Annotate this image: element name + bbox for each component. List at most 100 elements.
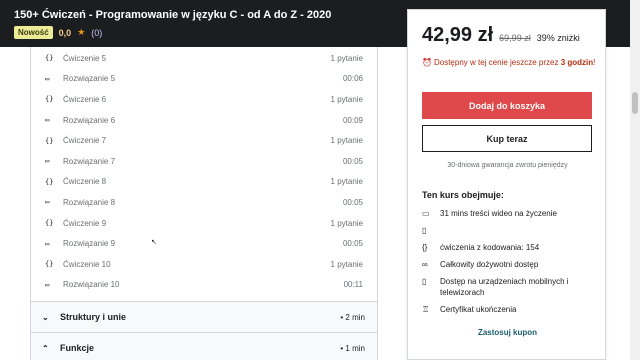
purchase-card: 42,99 zł 69,99 zł 39% zniżki ⏰ Dostępny w… [407,9,606,360]
lecture-title: Ćwiczenie 9 [63,218,107,228]
includes-title: Ten kurs obejmuje: [422,190,504,200]
original-price: 69,99 zł [499,33,531,43]
lecture-meta: 1 pytanie [330,218,363,228]
includes-item: ▯ Dostęp na urządzeniach mobilnych i tel… [422,276,597,298]
lecture-title: Ćwiczenie 5 [63,53,107,63]
course-meta: Nowość 0,0 ★ (0) [14,26,102,39]
includes-item: ▯ [422,225,597,236]
list-item[interactable]: {} Ćwiczenie 5 1 pytanie [31,48,377,69]
code-icon: {} [45,54,54,63]
lecture-list: {} Ćwiczenie 5 1 pytanie ▭ Rozwiązanie 5… [31,47,377,296]
lecture-meta: 1 pytanie [330,53,363,63]
lecture-meta: 1 pytanie [330,94,363,104]
lecture-title: Ćwiczenie 8 [63,177,107,187]
list-item[interactable]: {} Ćwiczenie 10 1 pytanie [31,254,377,275]
includes-text: ćwiczenia z kodowania: 154 [440,243,540,252]
lecture-meta: 00:05 [342,156,363,166]
includes-text: Certyfikat ukończenia [440,305,517,314]
lecture-title: Ćwiczenie 7 [63,136,107,146]
timer-value: 3 godzin [560,58,594,67]
price-row: 42,99 zł 69,99 zł 39% zniżki [422,24,580,47]
mobile-icon: ▯ [422,277,427,286]
video-icon: ▭ [45,157,50,166]
section-meta: • 1 min [340,343,365,353]
alarm-clock-icon: ⏰ [422,58,432,67]
code-icon: {} [45,136,54,145]
video-icon: ▭ [45,280,50,289]
scrollbar-thumb[interactable] [632,92,638,114]
course-curriculum: {} Ćwiczenie 5 1 pytanie ▭ Rozwiązanie 5… [30,47,378,360]
infinity-icon: ∞ [422,260,428,269]
new-badge: Nowość [14,26,53,39]
code-icon: {} [45,260,54,269]
lecture-meta: 00:09 [342,115,363,125]
timer-suffix: ! [593,58,596,67]
list-item[interactable]: ▭ Rozwiązanie 6 00:09 [31,110,377,131]
list-item[interactable]: {} Ćwiczenie 7 1 pytanie [31,130,377,151]
lecture-title: Rozwiązanie 5 [63,74,116,84]
list-item[interactable]: ▭ Rozwiązanie 8 00:05 [31,192,377,213]
section-header-struktury[interactable]: ⌄ Struktury i unie • 2 min [31,301,377,333]
video-icon: ▭ [422,209,430,218]
lecture-title: Rozwiązanie 8 [63,197,116,207]
rating-count[interactable]: (0) [91,28,102,38]
lecture-title: Rozwiązanie 9 [63,239,116,249]
lecture-meta: 00:05 [342,239,363,249]
page-scrollbar[interactable] [630,0,640,360]
chevron-down-icon: ⌄ [42,312,49,322]
list-item[interactable]: ▭ Rozwiązanie 10 00:11 [31,275,377,296]
code-icon: {} [45,219,54,228]
lecture-meta: 1 pytanie [330,177,363,187]
includes-item: ▭ 31 mins treści wideo na życzenie [422,208,597,219]
section-meta: • 2 min [340,312,365,322]
buy-now-button[interactable]: Kup teraz [422,125,592,152]
star-icon: ★ [77,27,86,37]
add-to-cart-button[interactable]: Dodaj do koszyka [422,92,592,119]
includes-item: ∞ Całkowity dożywotni dostęp [422,259,597,270]
video-icon: ▭ [45,74,50,83]
current-price: 42,99 zł [422,24,494,46]
lecture-meta: 00:05 [342,197,363,207]
certificate-icon: ♖ [422,305,430,314]
video-icon: ▭ [45,116,50,125]
includes-item: ♖ Certyfikat ukończenia [422,304,597,315]
includes-item: {} ćwiczenia z kodowania: 154 [422,242,597,253]
discount-label: 39% zniżki [536,33,580,43]
chevron-up-icon: ⌃ [42,343,49,353]
list-item[interactable]: ▭ Rozwiązanie 9 00:05 [31,233,377,254]
lecture-title: Ćwiczenie 10 [63,259,111,269]
lecture-meta: 00:11 [343,280,363,290]
timer-prefix: Dostępny w tej cenie jeszcze przez [433,58,559,67]
section-title: Struktury i unie [60,312,127,323]
video-icon: ▭ [45,239,50,248]
includes-text: Całkowity dożywotni dostęp [440,260,539,269]
code-icon: {} [45,177,54,186]
lecture-meta: 00:06 [342,74,363,84]
apply-coupon-link[interactable]: Zastosuj kupon [408,328,607,337]
mouse-cursor-icon: ↖ [151,239,157,246]
video-icon: ▭ [45,198,50,207]
course-title: 150+ Ćwiczeń - Programowanie w języku C … [14,9,332,21]
money-back-guarantee: 30-dniowa gwarancja zwrotu pieniędzy [447,162,568,169]
includes-list: ▭ 31 mins treści wideo na życzenie ▯ {} … [422,208,597,321]
includes-text: 31 mins treści wideo na życzenie [440,209,557,218]
rating-value: 0,0 [58,27,72,38]
lecture-title: Ćwiczenie 6 [63,94,107,104]
list-item[interactable]: {} Ćwiczenie 8 1 pytanie [31,172,377,193]
file-icon: ▯ [422,226,427,235]
lecture-title: Rozwiązanie 6 [63,115,116,125]
includes-text: Dostęp na urządzeniach mobilnych i telew… [440,277,569,297]
code-icon: {} [45,95,54,104]
lecture-title: Rozwiązanie 10 [63,280,120,290]
list-item[interactable]: {} Ćwiczenie 6 1 pytanie [31,89,377,110]
list-item[interactable]: ▭ Rozwiązanie 5 00:06 [31,69,377,90]
code-icon: {} [422,243,428,252]
list-item[interactable]: {} Ćwiczenie 9 1 pytanie [31,213,377,234]
section-header-funkcje[interactable]: ⌃ Funkcje • 1 min [31,332,377,360]
section-title: Funkcje [60,343,95,354]
lecture-meta: 1 pytanie [330,136,363,146]
list-item[interactable]: ▭ Rozwiązanie 7 00:05 [31,151,377,172]
price-timer: ⏰ Dostępny w tej cenie jeszcze przez 3 go… [422,57,598,69]
lecture-meta: 1 pytanie [330,259,363,269]
lecture-title: Rozwiązanie 7 [63,156,116,166]
